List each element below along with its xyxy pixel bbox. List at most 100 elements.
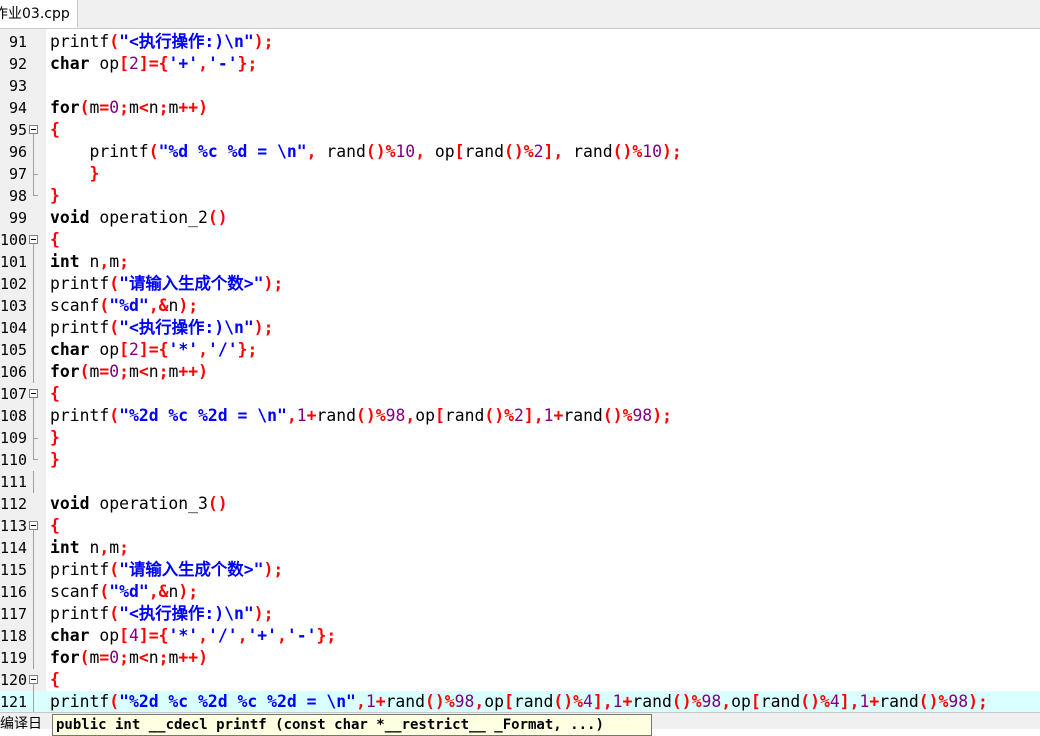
code-text[interactable]: for(m=0;m<n;m++) [50, 647, 208, 669]
code-text[interactable]: for(m=0;m<n;m++) [50, 97, 208, 119]
code-text[interactable]: scanf("%d",&n); [50, 581, 198, 603]
fold-collapse-icon[interactable] [29, 675, 38, 684]
code-text[interactable]: { [50, 515, 60, 537]
fold-collapse-icon[interactable] [29, 389, 38, 398]
code-line[interactable]: 99 void operation_2() [0, 207, 1040, 229]
code-line[interactable]: 118 char op[4]={'*','/','+','-'}; [0, 625, 1040, 647]
compile-log-tab[interactable]: 编译日 [0, 713, 42, 729]
code-line[interactable]: 105 char op[2]={'*','/'}; [0, 339, 1040, 361]
code-text[interactable]: { [50, 669, 60, 691]
fold-guide [33, 273, 34, 295]
fold-guide [33, 581, 34, 603]
fold-collapse-icon[interactable] [29, 125, 38, 134]
fold-guide [33, 405, 34, 427]
code-text[interactable]: void operation_2() [50, 207, 228, 229]
code-line[interactable]: 98} [0, 185, 1040, 207]
code-text[interactable]: for(m=0;m<n;m++) [50, 361, 208, 383]
code-line[interactable]: 111 [0, 471, 1040, 493]
code-line[interactable]: 93 [0, 75, 1040, 97]
line-number: 91 [8, 33, 27, 51]
code-text[interactable]: int n,m; [50, 251, 129, 273]
code-text[interactable]: } [50, 449, 60, 471]
code-text[interactable]: printf("请输入生成个数>"); [50, 559, 283, 581]
code-text[interactable]: char op[2]={'+','-'}; [50, 53, 257, 75]
line-number: 101 [0, 253, 27, 271]
line-number: 114 [0, 539, 27, 557]
code-text[interactable]: printf("<执行操作:)\n"); [50, 31, 273, 53]
code-text[interactable]: } [50, 163, 99, 185]
code-line[interactable]: 109} [0, 427, 1040, 449]
code-text[interactable]: int n,m; [50, 537, 129, 559]
fold-collapse-icon[interactable] [29, 521, 38, 530]
code-line[interactable]: 94 for(m=0;m<n;m++) [0, 97, 1040, 119]
code-line[interactable]: 103 scanf("%d",&n); [0, 295, 1040, 317]
code-line[interactable]: 110} [0, 449, 1040, 471]
code-line[interactable]: 96 printf("%d %c %d = \n", rand()%10, op… [0, 141, 1040, 163]
line-number: 112 [0, 495, 27, 513]
line-number: 100 [0, 231, 27, 249]
code-line[interactable]: 97 } [0, 163, 1040, 185]
code-text[interactable]: printf("<执行操作:)\n"); [50, 603, 273, 625]
line-number: 118 [0, 627, 27, 645]
fold-guide [33, 141, 34, 163]
code-line[interactable]: 104 printf("<执行操作:)\n"); [0, 317, 1040, 339]
code-line[interactable]: 107 { [0, 383, 1040, 405]
line-number: 104 [0, 319, 27, 337]
code-text[interactable]: printf("%2d %c %2d %c %2d = \n",1+rand()… [50, 691, 988, 713]
line-number: 95 [8, 121, 27, 139]
code-line[interactable]: 119 for(m=0;m<n;m++) [0, 647, 1040, 669]
code-text[interactable]: printf("<执行操作:)\n"); [50, 317, 273, 339]
code-line[interactable]: 115 printf("请输入生成个数>"); [0, 559, 1040, 581]
fold-guide [33, 684, 34, 691]
line-number: 94 [8, 99, 27, 117]
code-line[interactable]: 92 char op[2]={'+','-'}; [0, 53, 1040, 75]
code-editor[interactable]: 91 printf("<执行操作:)\n"); 92 char op[2]={'+',… [0, 31, 1040, 713]
line-number: 107 [0, 385, 27, 403]
line-number: 109 [0, 429, 27, 447]
code-text[interactable]: { [50, 119, 60, 141]
code-text[interactable]: { [50, 229, 60, 251]
code-line[interactable]: 95 { [0, 119, 1040, 141]
code-line[interactable]: 121 printf("%2d %c %2d %c %2d = \n",1+ran… [0, 691, 1040, 713]
code-line[interactable]: 113 { [0, 515, 1040, 537]
code-line[interactable]: 101 int n,m; [0, 251, 1040, 273]
fold-guide [33, 134, 34, 141]
fold-guide [33, 647, 34, 669]
code-text[interactable]: { [50, 383, 60, 405]
code-line[interactable]: 91 printf("<执行操作:)\n"); [0, 31, 1040, 53]
code-text[interactable]: printf("%d %c %d = \n", rand()%10, op[ra… [50, 141, 681, 163]
code-text[interactable]: } [50, 427, 60, 449]
line-number: 92 [8, 55, 27, 73]
code-line[interactable]: 116 scanf("%d",&n); [0, 581, 1040, 603]
line-number: 98 [8, 187, 27, 205]
code-text[interactable]: } [50, 185, 60, 207]
fold-guide [33, 603, 34, 625]
code-line[interactable]: 102 printf("请输入生成个数>"); [0, 273, 1040, 295]
fold-guide [33, 449, 38, 460]
line-number: 105 [0, 341, 27, 359]
fold-guide [33, 559, 34, 581]
code-line[interactable]: 117 printf("<执行操作:)\n"); [0, 603, 1040, 625]
code-line[interactable]: 112 void operation_3() [0, 493, 1040, 515]
fold-guide [33, 339, 34, 361]
code-text[interactable]: char op[4]={'*','/','+','-'}; [50, 625, 336, 647]
code-line[interactable]: 106 for(m=0;m<n;m++) [0, 361, 1040, 383]
line-number: 115 [0, 561, 27, 579]
fold-collapse-icon[interactable] [29, 235, 38, 244]
fold-guide [33, 317, 34, 339]
code-text[interactable]: void operation_3() [50, 493, 228, 515]
code-line[interactable]: 108 printf("%2d %c %2d = \n",1+rand()%98,… [0, 405, 1040, 427]
line-number: 110 [0, 451, 27, 469]
line-number: 119 [0, 649, 27, 667]
line-number: 102 [0, 275, 27, 293]
code-text[interactable]: scanf("%d",&n); [50, 295, 198, 317]
code-line[interactable]: 114 int n,m; [0, 537, 1040, 559]
code-text[interactable]: printf("请输入生成个数>"); [50, 273, 283, 295]
fold-guide [33, 398, 34, 405]
code-text[interactable]: char op[2]={'*','/'}; [50, 339, 257, 361]
line-number: 99 [8, 209, 27, 227]
code-line[interactable]: 100 { [0, 229, 1040, 251]
code-line[interactable]: 120 { [0, 669, 1040, 691]
code-text[interactable]: printf("%2d %c %2d = \n",1+rand()%98,op[… [50, 405, 672, 427]
file-tab[interactable]: 作业03.cpp [0, 0, 78, 28]
